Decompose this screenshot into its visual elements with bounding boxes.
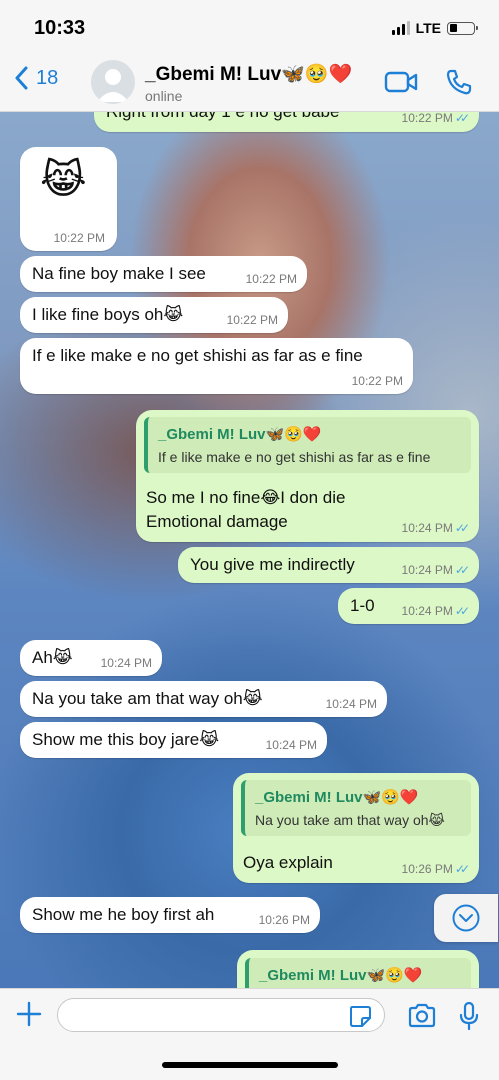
signal-icon <box>391 21 410 35</box>
message-meta: 10:26 PM ✓✓ <box>401 862 471 876</box>
read-ticks-icon: ✓✓ <box>454 112 470 125</box>
camera-icon[interactable] <box>407 1003 437 1034</box>
message-time: 10:26 PM <box>258 913 310 927</box>
message-time: 10:24 PM <box>401 604 453 618</box>
message-text: If e like make e no get shishi as far as… <box>32 346 363 365</box>
message-text-line2: Emotional damage <box>146 512 288 531</box>
message-time: 10:22 PM <box>226 313 278 327</box>
message-time: 10:22 PM <box>245 272 297 286</box>
chevron-left-icon <box>15 66 28 90</box>
read-ticks-icon: ✓✓ <box>454 604 470 618</box>
message-text: Ah😹 <box>32 648 73 667</box>
message-meta: 10:24 PM ✓✓ <box>401 521 471 535</box>
message-text-line1: So me I no fine😂I don die <box>146 488 346 507</box>
message-bubble-incoming[interactable]: Show me he boy first ah 10:26 PM <box>20 897 320 933</box>
message-bubble-incoming[interactable]: If e like make e no get shishi as far as… <box>20 338 413 394</box>
message-text: You give me indirectly <box>190 555 355 574</box>
status-indicators: LTE <box>391 20 478 36</box>
plus-icon[interactable] <box>16 1001 42 1032</box>
message-bubble-outgoing[interactable]: Right from day 1 e no get babe 10:22 PM✓… <box>94 112 479 132</box>
back-button[interactable]: 18 <box>14 66 58 90</box>
microphone-icon[interactable] <box>459 1001 479 1036</box>
quoted-sender: _Gbemi M! Luv🦋🥹❤️ <box>158 426 322 443</box>
avatar[interactable] <box>91 60 135 104</box>
message-time: 10:24 PM <box>325 697 377 711</box>
message-emoji: 😹 <box>40 158 87 202</box>
input-bar <box>0 988 499 1080</box>
message-time: 10:24 PM <box>401 521 453 535</box>
status-time: 10:33 <box>34 17 86 39</box>
message-meta: 10:22 PM ✓✓ <box>401 112 471 125</box>
message-bubble-outgoing[interactable]: _Gbemi M! Luv🦋🥹❤️ <box>237 950 479 988</box>
read-ticks-icon: ✓✓ <box>454 521 470 535</box>
message-bubble-incoming[interactable]: I like fine boys oh😹 10:22 PM <box>20 297 288 333</box>
scroll-to-bottom-button[interactable] <box>434 894 498 942</box>
message-bubble-incoming[interactable]: Na you take am that way oh😹 10:24 PM <box>20 681 387 717</box>
message-text: Na you take am that way oh😹 <box>32 689 263 708</box>
quoted-text: If e like make e no get shishi as far as… <box>158 449 431 465</box>
quoted-sender: _Gbemi M! Luv🦋🥹❤️ <box>259 967 423 984</box>
message-time: 10:24 PM <box>401 563 453 577</box>
message-text: Show me this boy jare😹 <box>32 730 220 749</box>
quoted-message[interactable]: _Gbemi M! Luv🦋🥹❤️ Na you take am that wa… <box>241 780 471 836</box>
quoted-message[interactable]: _Gbemi M! Luv🦋🥹❤️ If e like make e no ge… <box>144 417 471 473</box>
message-bubble-outgoing[interactable]: 1-0 10:24 PM ✓✓ <box>338 588 479 624</box>
message-bubble-outgoing[interactable]: You give me indirectly 10:24 PM ✓✓ <box>178 547 479 583</box>
contact-status: online <box>145 88 183 104</box>
chevron-down-circle-icon <box>452 904 480 932</box>
quoted-message[interactable]: _Gbemi M! Luv🦋🥹❤️ <box>245 958 471 988</box>
unread-count: 18 <box>36 66 59 89</box>
quoted-sender: _Gbemi M! Luv🦋🥹❤️ <box>255 789 419 806</box>
quoted-text: Na you take am that way oh😹 <box>255 812 445 828</box>
message-time: 10:26 PM <box>401 862 453 876</box>
contact-name[interactable]: _Gbemi M! Luv🦋🥹❤️ <box>145 62 352 86</box>
status-bar: 10:33 LTE <box>0 0 499 52</box>
message-time: 10:22 PM <box>351 374 403 388</box>
message-bubble-incoming[interactable]: Ah😹 10:24 PM <box>20 640 162 676</box>
chat-header: 18 _Gbemi M! Luv🦋🥹❤️ online <box>0 52 499 112</box>
message-meta: 10:24 PM ✓✓ <box>401 604 471 618</box>
message-bubble-incoming[interactable]: Show me this boy jare😹 10:24 PM <box>20 722 327 758</box>
message-bubble-outgoing[interactable]: _Gbemi M! Luv🦋🥹❤️ Na you take am that wa… <box>233 773 479 883</box>
message-text: I like fine boys oh😹 <box>32 305 184 324</box>
read-ticks-icon: ✓✓ <box>454 862 470 876</box>
message-meta: 10:24 PM ✓✓ <box>401 563 471 577</box>
message-bubble-outgoing[interactable]: _Gbemi M! Luv🦋🥹❤️ If e like make e no ge… <box>136 410 479 542</box>
message-text: Right from day 1 e no get babe <box>106 112 339 122</box>
sticker-icon[interactable] <box>348 1004 372 1033</box>
message-bubble-incoming[interactable]: Na fine boy make I see 10:22 PM <box>20 256 307 292</box>
read-ticks-icon: ✓✓ <box>454 563 470 577</box>
message-text: Na fine boy make I see <box>32 264 206 283</box>
chat-area[interactable]: Right from day 1 e no get babe 10:22 PM✓… <box>0 112 499 988</box>
message-text: Oya explain <box>243 853 333 872</box>
video-call-icon[interactable] <box>384 70 418 99</box>
message-time: 10:22 PM <box>401 112 453 125</box>
message-text: 1-0 <box>350 596 375 615</box>
home-indicator[interactable] <box>162 1062 338 1068</box>
phone-icon[interactable] <box>445 68 473 101</box>
message-time: 10:24 PM <box>100 656 152 670</box>
message-input[interactable] <box>57 998 385 1032</box>
message-time: 10:24 PM <box>265 738 317 752</box>
message-text: Show me he boy first ah <box>32 905 215 924</box>
network-label: LTE <box>415 20 441 36</box>
message-time: 10:22 PM <box>53 231 105 245</box>
message-bubble-incoming[interactable]: 😹 10:22 PM <box>20 147 117 251</box>
battery-icon <box>447 21 478 35</box>
